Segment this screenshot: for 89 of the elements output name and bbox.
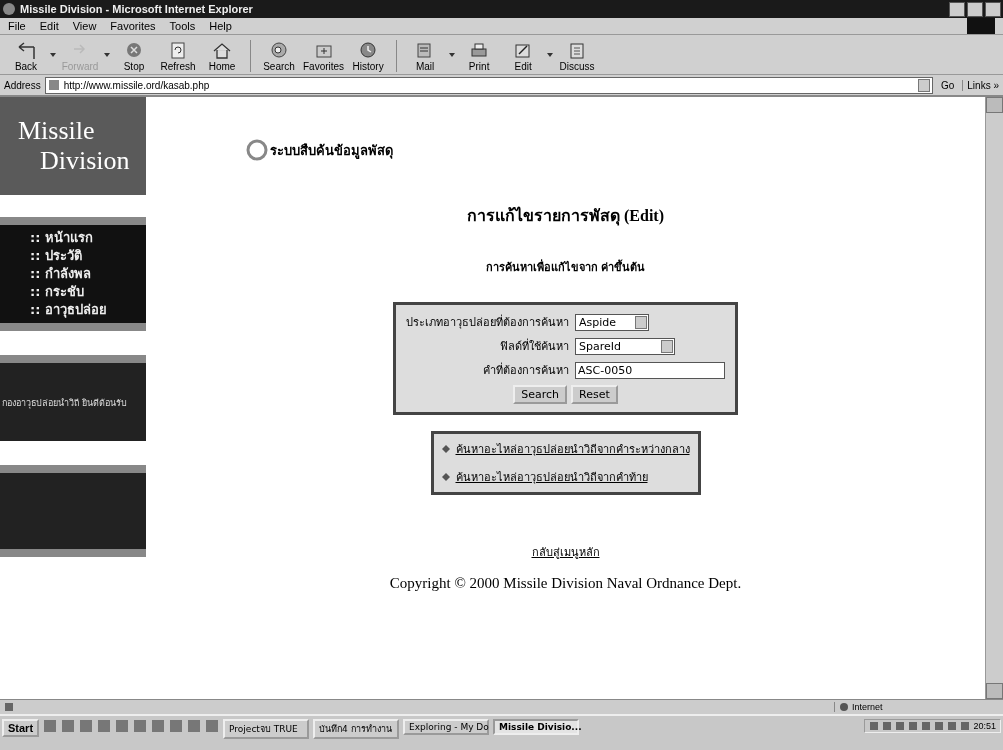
tray-icon[interactable] xyxy=(934,721,945,731)
menu-item[interactable]: File xyxy=(8,20,26,32)
page-heading: ระบบสืบค้นข้อมูลพัสดุ xyxy=(270,141,393,161)
menu-item[interactable]: View xyxy=(72,20,97,32)
diamond-icon xyxy=(441,473,450,481)
field-label: ประเภทอาวุธปล่อยที่ต้องการค้นหา xyxy=(406,313,569,331)
menu-item[interactable]: Tools xyxy=(169,20,196,32)
tray-icon[interactable] xyxy=(908,721,919,731)
toolbar-button[interactable]: History xyxy=(348,41,389,72)
menu-item[interactable]: Help xyxy=(209,20,232,32)
nav-link[interactable]: :: หน้าแรก xyxy=(30,229,146,247)
quick-launch-icon[interactable] xyxy=(61,719,76,733)
tray-icon[interactable] xyxy=(882,721,893,731)
quick-launch-icon[interactable] xyxy=(205,719,220,733)
toolbar-button[interactable]: Refresh xyxy=(158,41,198,72)
taskbar-button[interactable]: Exploring - My Do xyxy=(403,719,490,735)
quick-launch-icon[interactable] xyxy=(169,719,184,733)
menu-item[interactable]: Edit xyxy=(39,20,59,32)
window-title: Missile Division - Microsoft Internet Explorer xyxy=(20,3,254,15)
main-menu-link[interactable]: กลับสู่เมนูหลัก xyxy=(531,543,600,561)
zone-text: Internet xyxy=(852,702,883,712)
scrollbar[interactable] xyxy=(985,97,1003,699)
links-button[interactable]: Links » xyxy=(962,79,999,91)
url-text[interactable]: http://www.missile.ord/kasab.php xyxy=(63,79,914,91)
toolbar-button[interactable]: Back xyxy=(6,41,46,72)
nav-link[interactable]: :: กระชับ xyxy=(30,283,146,301)
search-field[interactable]: ASC-0050 xyxy=(575,361,725,379)
dropdown-button[interactable] xyxy=(917,78,930,92)
taskbar-button[interactable]: บันทึก4 การทำงาน xyxy=(313,719,400,739)
restore-button[interactable] xyxy=(967,1,983,17)
taskbar-button[interactable]: Missile Divisio... xyxy=(493,719,580,735)
quick-launch-icon[interactable] xyxy=(79,719,94,733)
address-label: Address xyxy=(4,79,41,91)
quick-launch-icon[interactable] xyxy=(187,719,202,733)
welcome-text: กองอาวุธปล่อยนำวิถี ยินดีต้อนรับ xyxy=(2,398,127,408)
toolbar-button[interactable]: Stop xyxy=(114,41,154,72)
start-button[interactable]: Start xyxy=(2,719,40,737)
field-label: คำที่ต้องการค้นหา xyxy=(482,361,569,379)
site-logo: Missile Division xyxy=(0,97,146,195)
dropdown[interactable]: Aspide xyxy=(575,313,649,331)
quick-launch-icon[interactable] xyxy=(97,719,112,733)
tray-icon[interactable] xyxy=(869,721,880,731)
quick-launch-icon[interactable] xyxy=(115,719,130,733)
form-button[interactable]: Reset xyxy=(571,385,618,404)
toolbar-button[interactable]: Favorites xyxy=(303,41,345,72)
close-button[interactable] xyxy=(985,1,1001,17)
tray-icon[interactable] xyxy=(921,721,932,731)
search-link[interactable]: ค้นหาอะไหล่อาวุธปล่อยนำวิถีจากคำระหว่างกลาง xyxy=(455,440,690,458)
page-title: การแก้ไขรายการพัสดุ (Edit) xyxy=(467,205,664,228)
quick-launch-icon[interactable] xyxy=(151,719,166,733)
tray-icon[interactable] xyxy=(960,721,971,731)
dropdown[interactable]: SpareId xyxy=(575,337,675,355)
field-label: ฟิลด์ที่ใช้ค้นหา xyxy=(499,337,569,355)
home-icon xyxy=(212,41,232,61)
taskbar-button[interactable]: Projectจบ TRUE xyxy=(223,719,310,739)
search-icon xyxy=(269,41,289,61)
quick-launch-icon[interactable] xyxy=(133,719,148,733)
tray-icon[interactable] xyxy=(947,721,958,731)
page-icon xyxy=(47,79,60,91)
toolbar-button[interactable]: Mail xyxy=(405,41,446,72)
refresh-icon xyxy=(168,41,188,61)
page-icon xyxy=(4,702,14,712)
toolbar-button[interactable]: Discuss xyxy=(557,41,598,72)
tray-icon[interactable] xyxy=(895,721,906,731)
clock: 20:51 xyxy=(973,721,996,731)
caret-icon[interactable] xyxy=(50,52,56,57)
form-button[interactable]: Search xyxy=(513,385,568,404)
toolbar-button[interactable]: Print xyxy=(459,41,500,72)
copyright-text: Copyright © 2000 Missile Division Naval Ordnance Dept. xyxy=(389,575,742,592)
quick-launch-icon[interactable] xyxy=(43,719,58,733)
caret-icon[interactable] xyxy=(449,52,456,57)
globe-icon xyxy=(2,2,16,16)
caret-icon[interactable] xyxy=(547,52,554,57)
diamond-icon xyxy=(441,445,450,453)
go-button[interactable]: Go xyxy=(936,79,959,91)
globe-icon xyxy=(839,702,849,712)
nav-link[interactable]: :: อาวุธปล่อย xyxy=(30,301,146,319)
menu-item[interactable]: Favorites xyxy=(110,20,156,32)
page-subtitle: การค้นหาเพื่อแก้ไขจาก ค่าขึ้นต้น xyxy=(485,258,646,276)
minimize-button[interactable] xyxy=(949,1,965,17)
toolbar-button[interactable]: Search xyxy=(259,41,299,72)
clock-icon xyxy=(358,41,379,61)
search-link[interactable]: ค้นหาอะไหล่อาวุธปล่อยนำวิถีจากคำท้าย xyxy=(455,468,648,486)
nav-link[interactable]: :: ประวัติ xyxy=(30,247,146,265)
arrow-icon xyxy=(16,41,36,61)
toolbar-button[interactable]: Home xyxy=(202,41,242,72)
nav-link[interactable]: :: กำลังพล xyxy=(30,265,146,283)
ring-icon xyxy=(246,139,268,161)
toolbar-button[interactable]: Edit xyxy=(503,41,544,72)
